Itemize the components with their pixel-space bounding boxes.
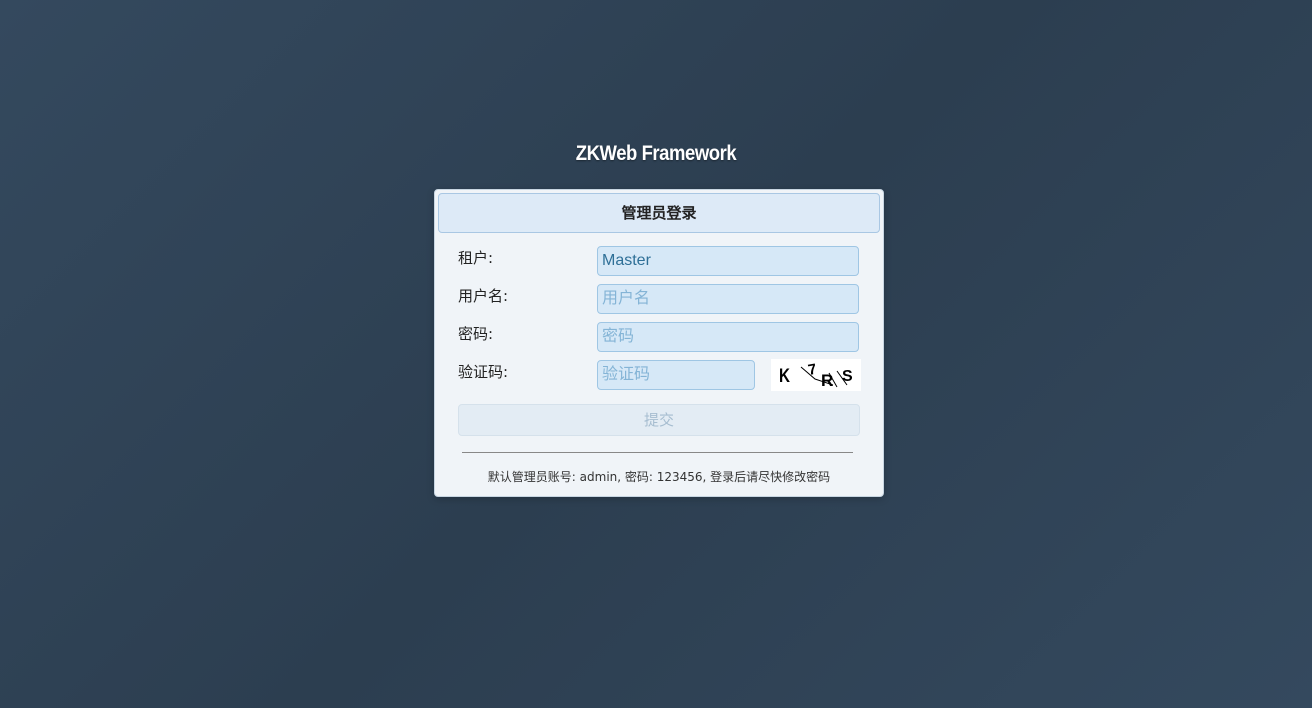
username-label: 用户名: [458, 287, 509, 305]
tenant-input[interactable] [597, 246, 859, 276]
captcha-label: 验证码: [458, 363, 509, 381]
default-credentials-hint: 默认管理员账号: admin, 密码: 123456, 登录后请尽快修改密码 [487, 470, 831, 484]
divider [462, 452, 853, 453]
submit-button[interactable]: 提交 [458, 404, 860, 436]
password-label: 密码: [458, 325, 494, 343]
password-input[interactable] [597, 322, 859, 352]
app-title: ZKWeb Framework [575, 142, 737, 165]
captcha-input[interactable] [597, 360, 755, 390]
svg-text:S: S [842, 368, 853, 385]
tenant-label: 租户: [458, 249, 494, 267]
svg-text:R: R [821, 371, 833, 390]
login-panel: 管理员登录 租户: 用户名: 密码: 验证码: K 7 R S 提交 默认管理员… [434, 189, 884, 497]
svg-text:K: K [779, 364, 790, 386]
login-panel-header: 管理员登录 [438, 193, 880, 233]
username-input[interactable] [597, 284, 859, 314]
captcha-image[interactable]: K 7 R S [771, 359, 861, 391]
